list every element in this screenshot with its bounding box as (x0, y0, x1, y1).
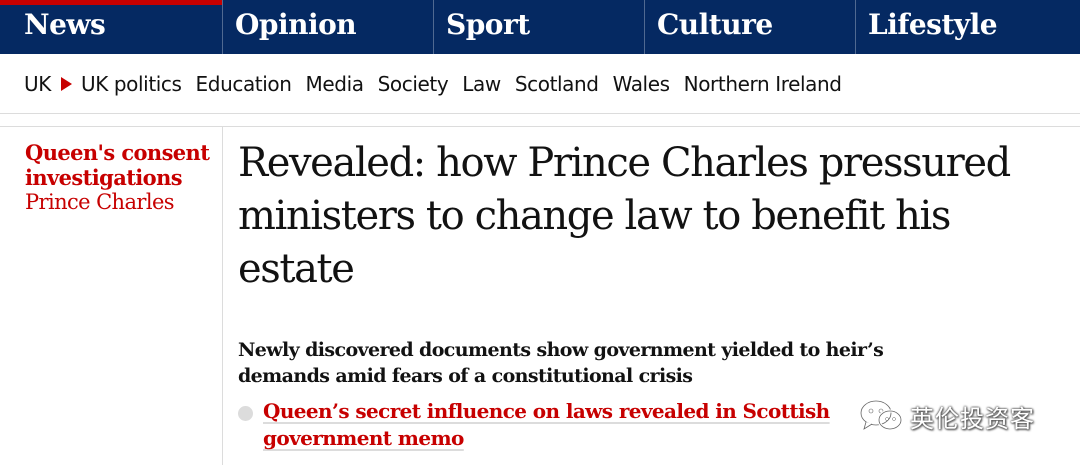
article-standfirst: Newly discovered documents show governme… (238, 339, 884, 387)
subnav-item-media[interactable]: Media (306, 72, 364, 96)
subnav-item-northern-ireland[interactable]: Northern Ireland (684, 72, 842, 96)
series-tag-link[interactable]: Prince Charles (25, 190, 215, 215)
pillar-label: Sport (446, 8, 530, 41)
arrow-right-icon (60, 76, 72, 91)
subnav-item-society[interactable]: Society (378, 72, 449, 96)
pillar-label: Lifestyle (868, 8, 998, 41)
active-pillar-indicator (0, 0, 222, 5)
bullet-icon (238, 406, 253, 421)
watermark-text: 英伦投资客 (910, 404, 1035, 433)
pillar-label: News (24, 8, 106, 41)
wechat-icon (859, 399, 903, 431)
pillar-opinion[interactable]: Opinion (223, 0, 434, 54)
pillar-label: Culture (657, 8, 773, 41)
series-kicker-link[interactable]: Queen's consent investigations (25, 140, 215, 190)
pillar-culture[interactable]: Culture (645, 0, 856, 54)
subnav: UK UK politics Education Media Society L… (0, 54, 1080, 114)
related-link-item: Queen’s secret influence on laws reveale… (238, 398, 858, 452)
article-headline: Revealed: how Prince Charles pressured m… (238, 140, 1011, 292)
subnav-item-uk-politics[interactable]: UK politics (81, 72, 182, 96)
pillar-label: Opinion (235, 8, 357, 41)
subnav-item-law[interactable]: Law (462, 72, 501, 96)
subnav-section-uk[interactable]: UK (24, 72, 51, 96)
related-article-link[interactable]: Queen’s secret influence on laws reveale… (263, 398, 858, 452)
watermark: 英伦投资客 (858, 398, 1035, 434)
pillar-nav: News Opinion Sport Culture Lifestyle (0, 0, 1080, 54)
subnav-item-education[interactable]: Education (196, 72, 292, 96)
pillar-news[interactable]: News (0, 0, 223, 54)
divider (0, 126, 1080, 127)
pillar-lifestyle[interactable]: Lifestyle (856, 0, 1080, 54)
subnav-item-scotland[interactable]: Scotland (515, 72, 599, 96)
column-divider (222, 127, 223, 465)
series-label: Queen's consent investigations Prince Ch… (25, 140, 215, 215)
subnav-item-wales[interactable]: Wales (613, 72, 670, 96)
pillar-sport[interactable]: Sport (434, 0, 645, 54)
